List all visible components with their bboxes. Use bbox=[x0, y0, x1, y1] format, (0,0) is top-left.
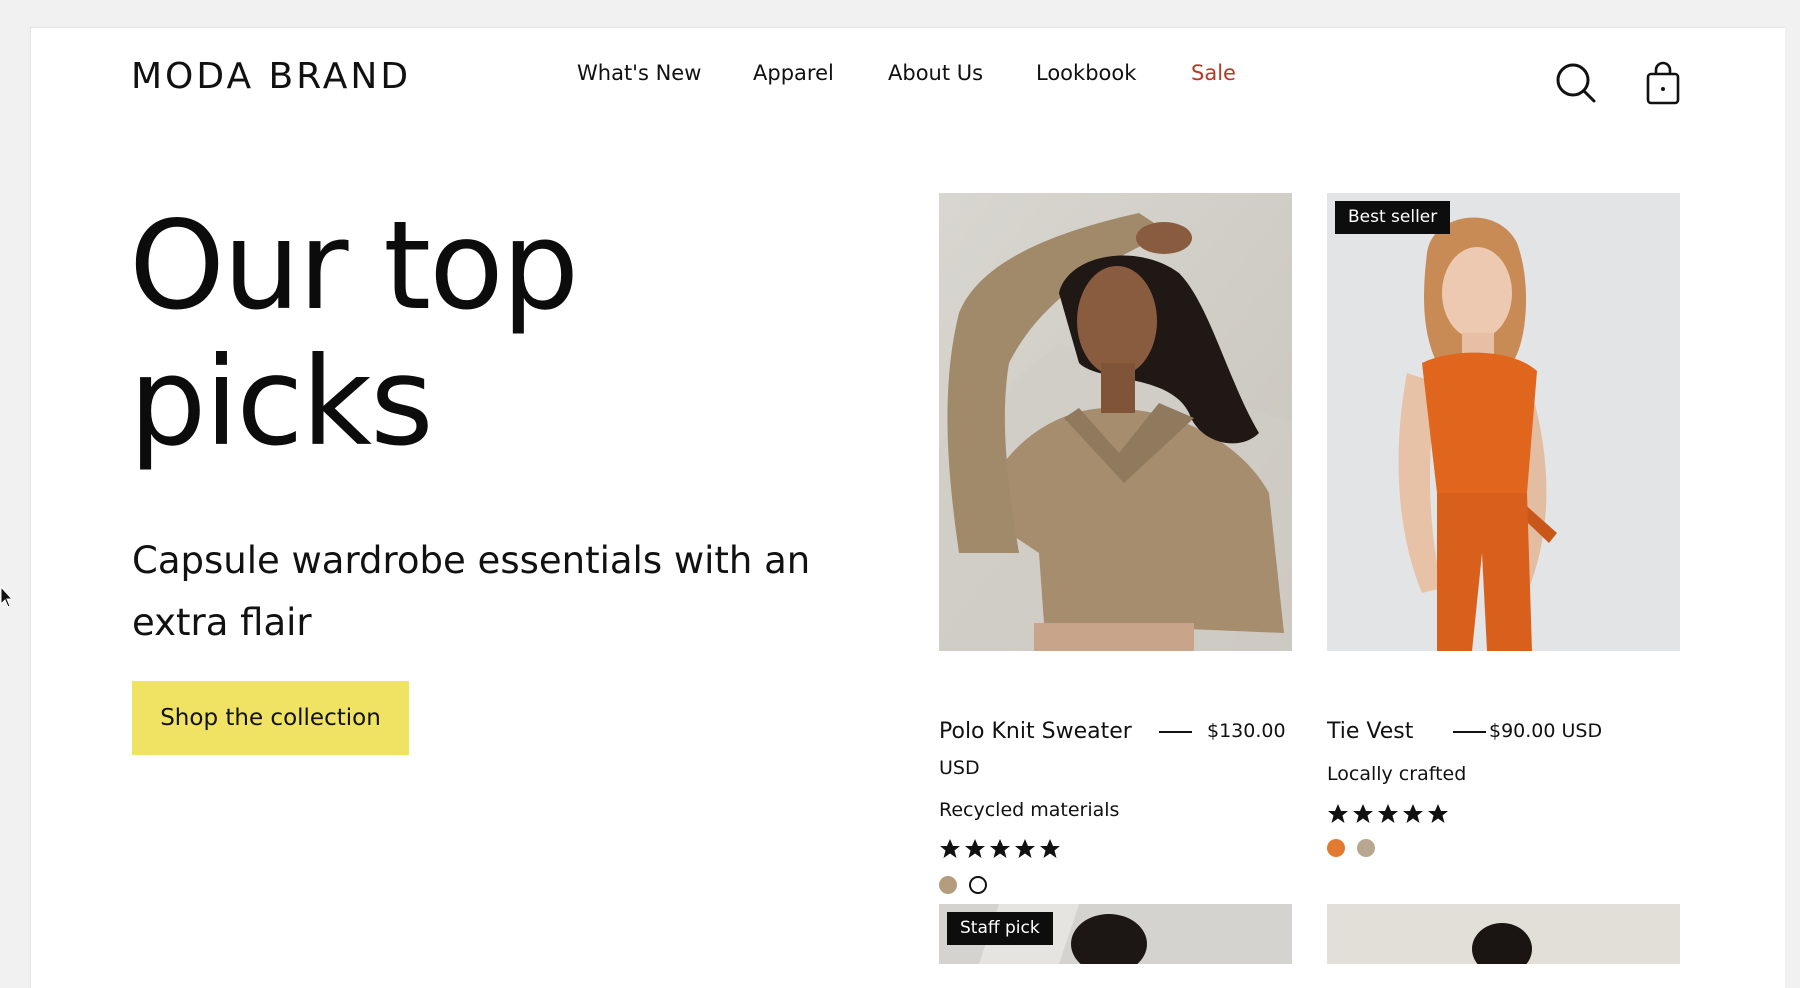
mouse-pointer-icon bbox=[0, 586, 14, 608]
nav-about-us[interactable]: About Us bbox=[888, 61, 983, 85]
star-rating-icon bbox=[940, 839, 1060, 858]
hero-subtitle-line-1: Capsule wardrobe essentials with an bbox=[132, 539, 811, 582]
product-name[interactable]: Polo Knit Sweater bbox=[939, 719, 1132, 744]
star-rating-icon bbox=[1328, 804, 1448, 823]
shop-collection-button[interactable]: Shop the collection bbox=[132, 681, 409, 755]
nav-apparel[interactable]: Apparel bbox=[753, 61, 834, 85]
product-card-4[interactable] bbox=[1327, 904, 1680, 964]
model-photo bbox=[1327, 904, 1680, 964]
price-separator bbox=[1453, 731, 1486, 733]
hero-subtitle: Capsule wardrobe essentials with an extr… bbox=[132, 530, 832, 654]
badge-best-seller: Best seller bbox=[1335, 201, 1451, 234]
product-image[interactable] bbox=[939, 193, 1292, 651]
hero-title: Our top picks bbox=[129, 198, 769, 470]
product-image[interactable] bbox=[1327, 904, 1680, 964]
hero-title-line-1: Our top bbox=[129, 195, 579, 337]
rating-stars bbox=[1327, 803, 1451, 825]
cart-button[interactable] bbox=[1643, 58, 1683, 108]
nav-sale[interactable]: Sale bbox=[1191, 61, 1236, 85]
search-icon bbox=[1556, 63, 1596, 103]
product-note: Locally crafted bbox=[1327, 763, 1467, 785]
page-canvas: MODA BRAND What's New Apparel About Us L… bbox=[30, 27, 1785, 988]
color-swatch-white-selected[interactable] bbox=[969, 876, 987, 894]
product-price: $130.00 bbox=[1207, 720, 1286, 742]
hero-title-line-2: picks bbox=[129, 331, 434, 473]
badge-staff-pick: Staff pick bbox=[947, 912, 1053, 945]
hero-subtitle-line-2: extra flair bbox=[132, 601, 312, 644]
color-swatch-taupe[interactable] bbox=[1357, 839, 1375, 857]
brand-logo[interactable]: MODA BRAND bbox=[131, 59, 411, 95]
product-card-3[interactable]: Staff pick bbox=[939, 904, 1292, 964]
product-note: Recycled materials bbox=[939, 799, 1120, 821]
model-in-orange-vest-photo bbox=[1327, 193, 1680, 651]
model-in-sweater-photo bbox=[939, 193, 1292, 651]
price-separator bbox=[1159, 731, 1192, 733]
product-price: $90.00 USD bbox=[1489, 720, 1603, 742]
product-price-currency: USD bbox=[939, 757, 980, 779]
color-swatch-orange[interactable] bbox=[1327, 839, 1345, 857]
shopping-bag-icon bbox=[1646, 61, 1680, 105]
window-edge bbox=[1786, 0, 1800, 952]
product-name[interactable]: Tie Vest bbox=[1327, 719, 1413, 744]
search-button[interactable] bbox=[1553, 58, 1601, 108]
product-image[interactable]: Staff pick bbox=[939, 904, 1292, 964]
color-swatch-beige[interactable] bbox=[939, 876, 957, 894]
product-image[interactable]: Best seller bbox=[1327, 193, 1680, 651]
nav-whats-new[interactable]: What's New bbox=[577, 61, 701, 85]
nav-lookbook[interactable]: Lookbook bbox=[1036, 61, 1136, 85]
rating-stars bbox=[939, 838, 1063, 860]
